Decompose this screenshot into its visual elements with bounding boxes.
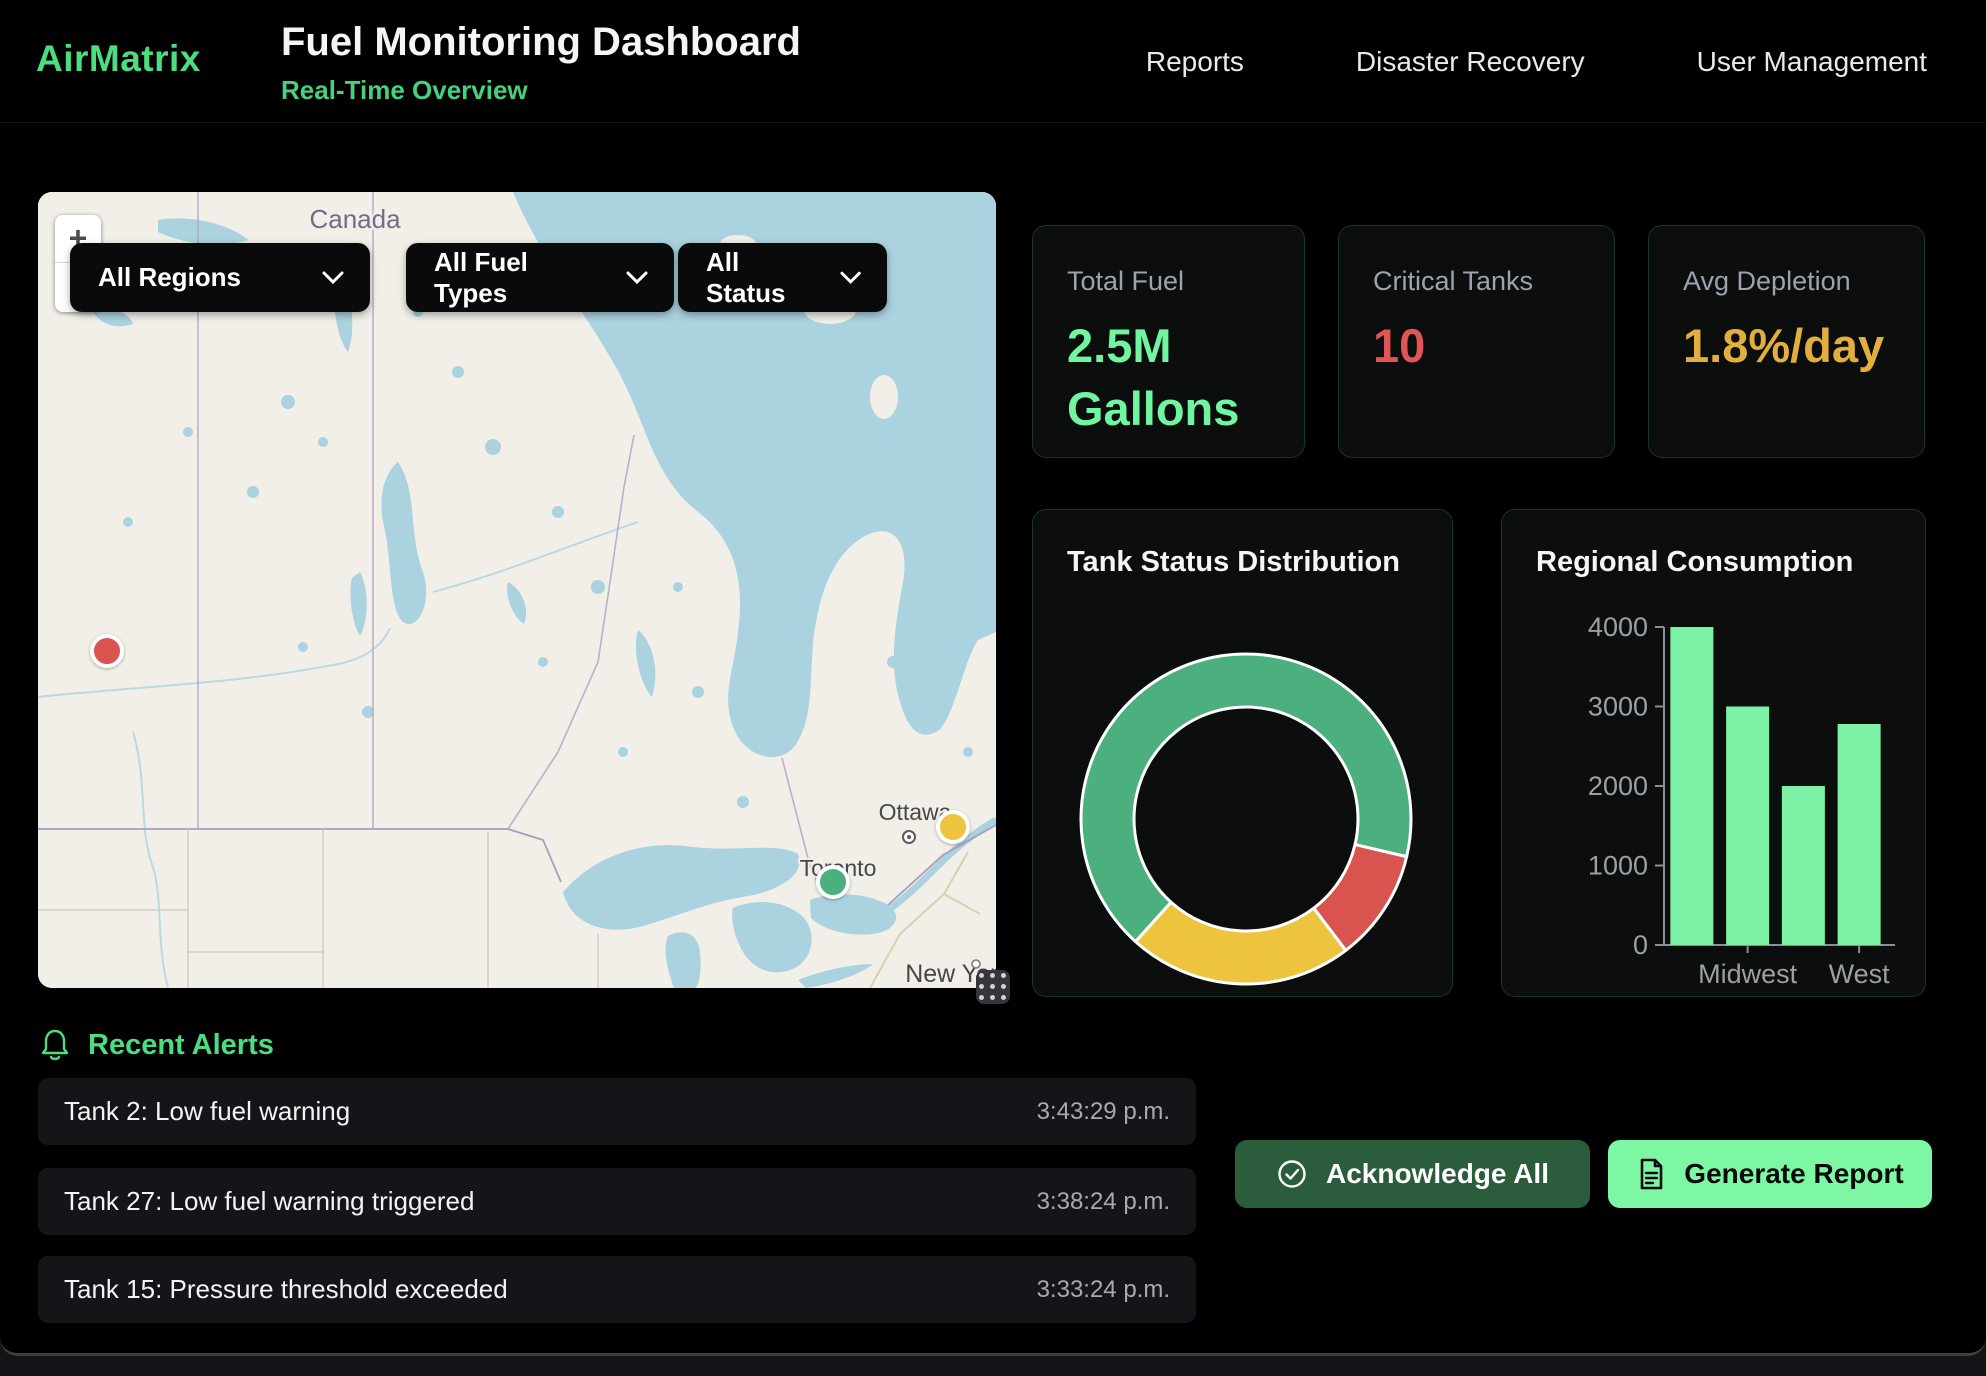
alerts-title: Recent Alerts <box>88 1029 274 1062</box>
page-title: Fuel Monitoring Dashboard <box>281 20 801 65</box>
nav-reports[interactable]: Reports <box>1146 46 1244 78</box>
regional-consumption-bar-chart: 0 1000 2000 3000 4000 Midwest West <box>1502 510 1927 998</box>
bar-x-label: Midwest <box>1698 959 1798 989</box>
bar-3 <box>1838 724 1881 945</box>
chevron-down-icon <box>626 271 648 285</box>
stat-card-total-fuel: Total Fuel 2.5M Gallons <box>1032 225 1305 458</box>
alert-timestamp: 3:43:29 p.m. <box>1037 1098 1170 1126</box>
stat-label: Critical Tanks <box>1373 266 1580 297</box>
alert-message: Tank 15: Pressure threshold exceeded <box>64 1274 508 1305</box>
map-label-canada: Canada <box>309 204 401 234</box>
region-filter-value: All Regions <box>98 262 241 293</box>
acknowledge-all-label: Acknowledge All <box>1326 1158 1549 1190</box>
fuel-type-filter-dropdown[interactable]: All Fuel Types <box>406 243 674 312</box>
generate-report-button[interactable]: Generate Report <box>1608 1140 1932 1208</box>
alert-timestamp: 3:33:24 p.m. <box>1037 1276 1170 1304</box>
tank-marker-normal[interactable] <box>816 865 850 899</box>
bar-0 <box>1670 627 1713 945</box>
bar-chart-title: Regional Consumption <box>1536 546 1853 579</box>
region-filter-dropdown[interactable]: All Regions <box>70 243 370 312</box>
bar-x-label: West <box>1829 959 1891 989</box>
alerts-header: Recent Alerts <box>40 1028 274 1062</box>
stat-label: Total Fuel <box>1067 266 1270 297</box>
stat-card-avg-depletion: Avg Depletion 1.8%/​day <box>1648 225 1925 458</box>
alert-message: Tank 2: Low fuel warning <box>64 1096 350 1127</box>
alert-timestamp: 3:38:24 p.m. <box>1037 1188 1170 1216</box>
stat-value: 1.8%/​day <box>1683 315 1893 378</box>
donut-segment-normal <box>1081 654 1411 942</box>
stat-card-critical-tanks: Critical Tanks 10 <box>1338 225 1615 458</box>
generate-report-label: Generate Report <box>1684 1158 1903 1190</box>
acknowledge-all-button[interactable]: Acknowledge All <box>1235 1140 1590 1208</box>
chevron-down-icon <box>322 271 344 285</box>
bar-y-tick: 4000 <box>1588 612 1648 642</box>
nav-disaster-recovery[interactable]: Disaster Recovery <box>1356 46 1585 78</box>
stat-value: 10 <box>1373 315 1583 378</box>
title-block: Fuel Monitoring Dashboard Real-Time Over… <box>281 20 801 106</box>
check-circle-icon <box>1276 1158 1308 1190</box>
bar-y-tick: 0 <box>1633 930 1648 960</box>
status-filter-value: All Status <box>706 247 822 309</box>
resize-drag-handle-icon[interactable] <box>976 970 1010 1004</box>
tank-marker-warning[interactable] <box>936 810 970 844</box>
bar-2 <box>1782 786 1825 945</box>
status-filter-dropdown[interactable]: All Status <box>678 243 887 312</box>
bar-y-tick: 2000 <box>1588 771 1648 801</box>
tank-marker-critical[interactable] <box>90 634 124 668</box>
donut-segment-critical <box>1314 845 1407 951</box>
map-panel[interactable]: Canada Ottawa Toronto New York + − All R… <box>38 192 996 988</box>
donut-segment-warning <box>1136 902 1346 984</box>
document-icon <box>1636 1157 1666 1191</box>
tank-status-card: Tank Status Distribution <box>1032 509 1453 997</box>
page-subtitle: Real-Time Overview <box>281 75 801 106</box>
alert-row[interactable]: Tank 15: Pressure threshold exceeded 3:3… <box>38 1256 1196 1323</box>
stat-value: 2.5M Gallons <box>1067 315 1277 441</box>
donut-chart-title: Tank Status Distribution <box>1067 546 1400 579</box>
top-bar: AirMatrix Fuel Monitoring Dashboard Real… <box>0 0 1986 123</box>
fuel-type-filter-value: All Fuel Types <box>434 247 608 309</box>
dashboard-app: AirMatrix Fuel Monitoring Dashboard Real… <box>0 0 1986 1356</box>
chevron-down-icon <box>840 271 861 285</box>
bar-y-tick: 3000 <box>1588 692 1648 722</box>
alert-row[interactable]: Tank 27: Low fuel warning triggered 3:38… <box>38 1168 1196 1235</box>
main-nav: Reports Disaster Recovery User Managemen… <box>1146 0 1927 123</box>
regional-consumption-card: Regional Consumption 0 1000 2000 3000 4000 Mi… <box>1501 509 1926 997</box>
tank-status-donut-chart <box>1033 510 1454 998</box>
bar-1 <box>1726 707 1769 946</box>
bell-icon <box>40 1028 70 1062</box>
nav-user-management[interactable]: User Management <box>1697 46 1927 78</box>
bar-y-tick: 1000 <box>1588 851 1648 881</box>
stat-label: Avg Depletion <box>1683 266 1890 297</box>
alert-message: Tank 27: Low fuel warning triggered <box>64 1186 474 1217</box>
app-logo: AirMatrix <box>36 38 201 80</box>
alert-row[interactable]: Tank 2: Low fuel warning 3:43:29 p.m. <box>38 1078 1196 1145</box>
